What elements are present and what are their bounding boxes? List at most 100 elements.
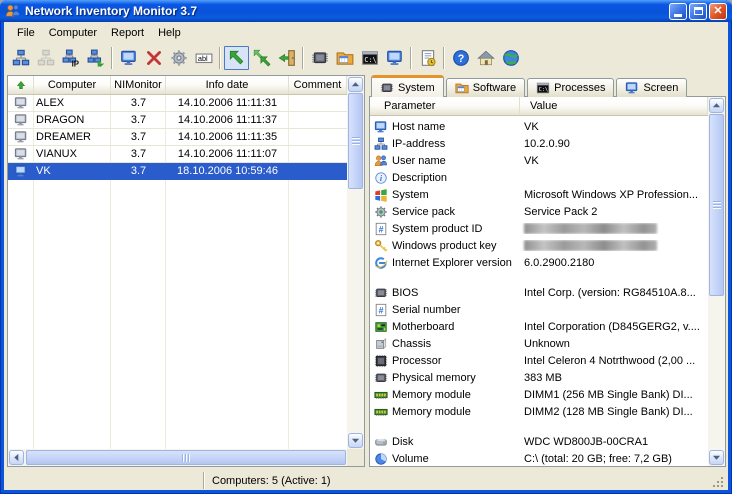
tab-screen[interactable]: Screen	[616, 78, 687, 97]
parameter-row[interactable]: Memory moduleDIMM1 (256 MB Single Bank) …	[370, 386, 708, 403]
computers-vertical-scrollbar[interactable]	[347, 76, 364, 449]
nimonitor-version: 3.7	[111, 112, 166, 128]
sort-asc-icon	[15, 79, 27, 91]
maximize-button[interactable]	[689, 3, 707, 20]
computer-row[interactable]: ALEX3.714.10.2006 11:11:31	[8, 95, 347, 112]
parameter-row[interactable]: BIOSIntel Corp. (version: RG84510A.8...	[370, 284, 708, 301]
column-header-value[interactable]: Value	[520, 97, 708, 115]
parameter-label: Disk	[392, 436, 413, 448]
website-button[interactable]	[498, 46, 523, 70]
scroll-down-button[interactable]	[348, 433, 363, 448]
parameter-cell: Motherboard	[374, 320, 520, 334]
tab-software[interactable]: Software	[446, 78, 525, 97]
help-button[interactable]: ?	[448, 46, 473, 70]
parameter-label: Motherboard	[392, 321, 454, 333]
rename-computer-button[interactable]: abl	[191, 46, 216, 70]
parameter-label: Internet Explorer version	[392, 257, 512, 269]
menu-computer[interactable]: Computer	[42, 25, 104, 41]
home-button[interactable]	[473, 46, 498, 70]
scroll-left-button[interactable]	[9, 450, 24, 465]
parameter-row[interactable]: User nameVK	[370, 152, 708, 169]
computer-row[interactable]: VIANUX3.714.10.2006 11:11:07	[8, 146, 347, 163]
gear-icon	[170, 49, 188, 67]
computer-row[interactable]: DREAMER3.714.10.2006 11:11:35	[8, 129, 347, 146]
scroll-thumb[interactable]	[709, 114, 724, 296]
screen-view-button[interactable]	[382, 46, 407, 70]
tab-label: Screen	[643, 82, 678, 94]
parameter-row[interactable]: Service packService Pack 2	[370, 203, 708, 220]
report-icon	[419, 49, 437, 67]
parameter-row[interactable]: VolumeC:\ (total: 20 GB; free: 7,2 GB)	[370, 450, 708, 466]
main-content: ComputerNIMonitorInfo dateComment ALEX3.…	[4, 73, 728, 469]
menu-report[interactable]: Report	[104, 25, 151, 41]
software-view-button[interactable]	[332, 46, 357, 70]
processor-icon	[374, 354, 388, 368]
computer-name: DRAGON	[34, 112, 111, 128]
parameter-label: Chassis	[392, 338, 431, 350]
parameter-row[interactable]: iDescription	[370, 169, 708, 186]
column-header-comment[interactable]: Comment	[289, 76, 347, 94]
parameter-row[interactable]: #Serial number	[370, 301, 708, 318]
value-text: VK	[524, 155, 539, 167]
spacer-row	[370, 420, 708, 433]
tab-processes[interactable]: C:\Processes	[527, 78, 614, 97]
value-cell: C:\ (total: 20 GB; free: 7,2 GB)	[520, 453, 708, 465]
scroll-thumb[interactable]	[26, 450, 346, 465]
delete-x-icon	[145, 49, 163, 67]
options-button[interactable]	[166, 46, 191, 70]
delete-computer-button[interactable]	[141, 46, 166, 70]
resize-grip[interactable]	[713, 475, 725, 487]
parameter-row[interactable]: Memory moduleDIMM2 (128 MB Single Bank) …	[370, 403, 708, 420]
parameter-row[interactable]: IP-address10.2.0.90	[370, 135, 708, 152]
parameter-row[interactable]: MotherboardIntel Corporation (D845GERG2,…	[370, 318, 708, 335]
windows-icon	[374, 188, 388, 202]
computer-row[interactable]: VK3.718.10.2006 10:59:46	[8, 163, 347, 180]
scroll-up-button[interactable]	[348, 77, 363, 92]
column-header-parameter[interactable]: Parameter	[370, 97, 520, 115]
scroll-up-button[interactable]	[709, 98, 724, 113]
parameter-row[interactable]: DiskWDC WD800JB-00CRA1	[370, 433, 708, 450]
computer-row[interactable]: DRAGON3.714.10.2006 11:11:37	[8, 112, 347, 129]
service-pack-icon	[374, 205, 388, 219]
get-info-all-button[interactable]	[249, 46, 274, 70]
parameter-row[interactable]: Internet Explorer version6.0.2900.2180	[370, 254, 708, 271]
parameter-row[interactable]: ChassisUnknown	[370, 335, 708, 352]
minimize-button[interactable]	[669, 3, 687, 20]
details-vertical-scrollbar[interactable]	[708, 97, 725, 466]
computer-name: VK	[34, 163, 111, 179]
scroll-thumb[interactable]	[348, 93, 363, 189]
parameter-row[interactable]: #System product ID	[370, 220, 708, 237]
computer-gray-icon	[14, 130, 28, 144]
tab-system[interactable]: System	[371, 75, 444, 97]
parameter-label: System	[392, 189, 429, 201]
parameter-cell: Internet Explorer version	[374, 256, 520, 270]
column-header-nimonitor[interactable]: NIMonitor	[111, 76, 166, 94]
menu-help[interactable]: Help	[151, 25, 188, 41]
parameter-row[interactable]: ProcessorIntel Celeron 4 Notrthwood (2,0…	[370, 352, 708, 369]
import-computers-button[interactable]	[83, 46, 108, 70]
column-header-info-date[interactable]: Info date	[166, 76, 289, 94]
processes-view-button[interactable]: C:\	[357, 46, 382, 70]
menu-file[interactable]: File	[10, 25, 42, 41]
system-view-button[interactable]	[307, 46, 332, 70]
maximize-icon	[694, 7, 703, 15]
parameter-row[interactable]: Host nameVK	[370, 118, 708, 135]
parameter-row[interactable]: SystemMicrosoft Windows XP Profession...	[370, 186, 708, 203]
help-icon: ?	[452, 49, 470, 67]
get-info-button[interactable]	[224, 46, 249, 70]
close-button[interactable]: ✕	[709, 3, 727, 20]
value-cell: Intel Celeron 4 Notrthwood (2,00 ...	[520, 355, 708, 367]
scroll-thumb-grip	[713, 201, 721, 210]
computers-horizontal-scrollbar[interactable]	[8, 449, 364, 466]
value-cell: Intel Corp. (version: RG84510A.8...	[520, 287, 708, 299]
column-header-sort[interactable]	[8, 76, 34, 94]
scan-network-button[interactable]	[8, 46, 33, 70]
export-info-button[interactable]	[274, 46, 299, 70]
column-header-computer[interactable]: Computer	[34, 76, 111, 94]
scan-ip-range-button[interactable]: IP	[58, 46, 83, 70]
parameter-row[interactable]: Windows product key	[370, 237, 708, 254]
scroll-down-button[interactable]	[709, 450, 724, 465]
add-computer-button[interactable]	[116, 46, 141, 70]
parameter-row[interactable]: Physical memory383 MB	[370, 369, 708, 386]
report-button[interactable]	[415, 46, 440, 70]
